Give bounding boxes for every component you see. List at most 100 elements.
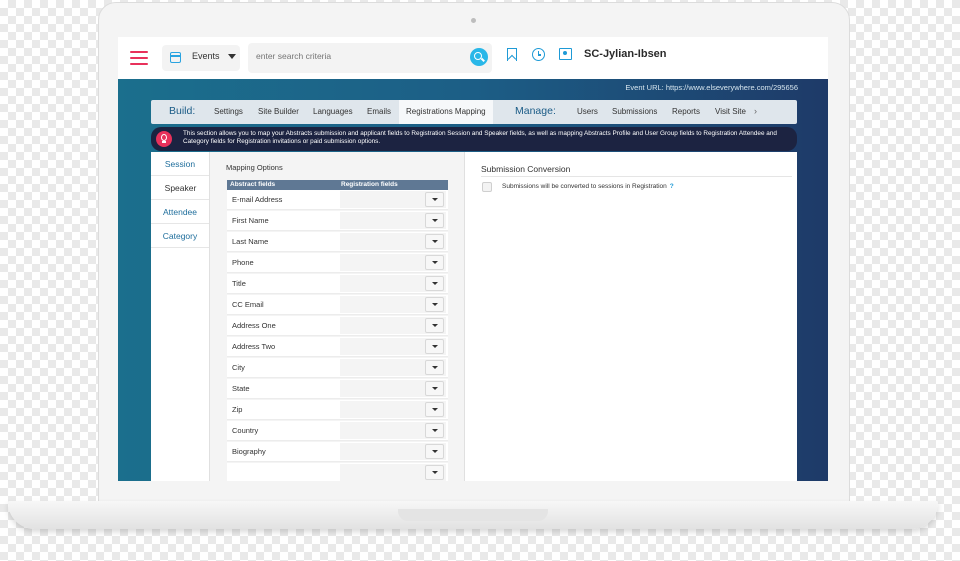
abstract-field-label: Biography: [232, 447, 266, 456]
search-bar: [248, 43, 492, 73]
mapping-row: Address Two: [227, 337, 448, 357]
search-input[interactable]: [256, 51, 456, 61]
build-label: Build:: [169, 105, 196, 117]
mapping-row: State: [227, 379, 448, 399]
module-label: Events: [192, 51, 220, 61]
clock-icon[interactable]: [532, 48, 545, 61]
laptop-notch: [398, 509, 548, 521]
registration-field-select[interactable]: [340, 401, 446, 418]
abstract-field-label: E-mail Address: [232, 195, 283, 204]
abstract-field-label: Country: [232, 426, 259, 435]
subtab-speaker[interactable]: Speaker: [151, 176, 210, 200]
main-area: Event URL: https://www.elseverywhere.com…: [118, 79, 828, 481]
registration-field-select[interactable]: [340, 254, 446, 271]
calendar-icon: [170, 52, 181, 63]
nav-item-registrations-mapping[interactable]: Registrations Mapping: [399, 100, 493, 124]
chevron-down-icon[interactable]: [425, 360, 444, 375]
abstract-field-label: Zip: [232, 405, 243, 414]
chevron-right-icon[interactable]: ›: [754, 106, 757, 116]
mapping-table-header: Abstract fields Registration fields: [227, 180, 448, 190]
help-icon[interactable]: ?: [670, 183, 674, 190]
chevron-down-icon[interactable]: [425, 318, 444, 333]
conversion-checkbox[interactable]: [482, 182, 492, 192]
bookmark-icon[interactable]: [507, 48, 517, 61]
nav-item-settings[interactable]: Settings: [214, 107, 243, 116]
abstract-field-label: State: [232, 384, 250, 393]
col-registration-fields: Registration fields: [341, 181, 398, 188]
registration-field-select[interactable]: [340, 422, 446, 439]
laptop-screen: Events SC-Jylian-Ibsen Event URL: https:…: [118, 37, 828, 481]
registration-field-select[interactable]: [340, 275, 446, 292]
abstract-field-label: Last Name: [232, 237, 269, 246]
chevron-down-icon[interactable]: [425, 213, 444, 228]
chevron-down-icon[interactable]: [425, 444, 444, 459]
conversion-divider: [481, 176, 792, 177]
search-icon[interactable]: [470, 48, 488, 66]
chevron-down-icon[interactable]: [425, 255, 444, 270]
conversion-label: Submissions will be converted to session…: [502, 183, 674, 190]
registration-field-select[interactable]: [340, 443, 446, 460]
build-manage-navbar: Build: Settings Site Builder Languages E…: [151, 100, 797, 124]
nav-item-site-builder[interactable]: Site Builder: [258, 107, 299, 116]
hamburger-menu-icon[interactable]: [130, 51, 148, 65]
registration-field-select[interactable]: [340, 233, 446, 250]
abstract-field-label: Phone: [232, 258, 254, 267]
laptop-camera: [471, 18, 476, 23]
mapping-options-panel: Mapping Options Abstract fields Registra…: [209, 152, 465, 481]
event-url[interactable]: Event URL: https://www.elseverywhere.com…: [625, 83, 798, 92]
chevron-down-icon[interactable]: [425, 339, 444, 354]
module-selector[interactable]: Events: [162, 45, 240, 71]
registration-field-select[interactable]: [340, 191, 446, 208]
mapping-row: Zip: [227, 400, 448, 420]
chevron-down-icon[interactable]: [425, 423, 444, 438]
registration-field-select[interactable]: [340, 212, 446, 229]
registration-field-select[interactable]: [340, 317, 446, 334]
chevron-down-icon[interactable]: [425, 402, 444, 417]
abstract-field-label: CC Email: [232, 300, 264, 309]
mapping-row: CC Email: [227, 295, 448, 315]
registration-field-select[interactable]: [340, 296, 446, 313]
abstract-field-label: Address Two: [232, 342, 276, 351]
abstract-field-label: Title: [232, 279, 246, 288]
chevron-down-icon[interactable]: [425, 276, 444, 291]
mapping-row: E-mail Address: [227, 190, 448, 210]
chevron-down-icon[interactable]: [425, 192, 444, 207]
registration-field-select[interactable]: [340, 380, 446, 397]
nav-item-visit-site[interactable]: Visit Site: [715, 107, 746, 116]
registration-field-select[interactable]: [340, 338, 446, 355]
subtab-session[interactable]: Session: [151, 152, 210, 176]
mapping-row: Address One: [227, 316, 448, 336]
info-notice: This section allows you to map your Abst…: [151, 127, 797, 151]
subtab-attendee[interactable]: Attendee: [151, 200, 210, 224]
chevron-down-icon[interactable]: [425, 297, 444, 312]
nav-item-users[interactable]: Users: [577, 107, 598, 116]
notice-text: This section allows you to map your Abst…: [183, 130, 777, 145]
registration-field-select[interactable]: [340, 359, 446, 376]
mapping-subtabs: Session Speaker Attendee Category: [151, 152, 210, 481]
manage-label: Manage:: [515, 105, 556, 117]
mapping-row: Phone: [227, 253, 448, 273]
nav-item-emails[interactable]: Emails: [367, 107, 391, 116]
nav-item-reports[interactable]: Reports: [672, 107, 700, 116]
mapping-row: City: [227, 358, 448, 378]
mapping-title: Mapping Options: [226, 163, 283, 172]
lightbulb-icon: [156, 131, 172, 147]
top-bar: Events SC-Jylian-Ibsen: [118, 37, 828, 80]
chevron-down-icon[interactable]: [425, 381, 444, 396]
col-abstract-fields: Abstract fields: [230, 181, 276, 188]
mapping-row: Country: [227, 421, 448, 441]
mapping-row: [227, 463, 448, 481]
abstract-field-label: City: [232, 363, 245, 372]
mapping-row: Title: [227, 274, 448, 294]
chevron-down-icon[interactable]: [425, 465, 444, 480]
chevron-down-icon[interactable]: [425, 234, 444, 249]
site-title: SC-Jylian-Ibsen: [584, 48, 667, 60]
caret-down-icon: [228, 54, 236, 59]
mapping-row: Biography: [227, 442, 448, 462]
nav-item-languages[interactable]: Languages: [313, 107, 353, 116]
content-panel: Session Speaker Attendee Category Mappin…: [151, 152, 797, 481]
registration-field-select[interactable]: [340, 464, 446, 481]
subtab-category[interactable]: Category: [151, 224, 210, 248]
folder-user-icon[interactable]: [559, 48, 572, 60]
nav-item-submissions[interactable]: Submissions: [612, 107, 657, 116]
